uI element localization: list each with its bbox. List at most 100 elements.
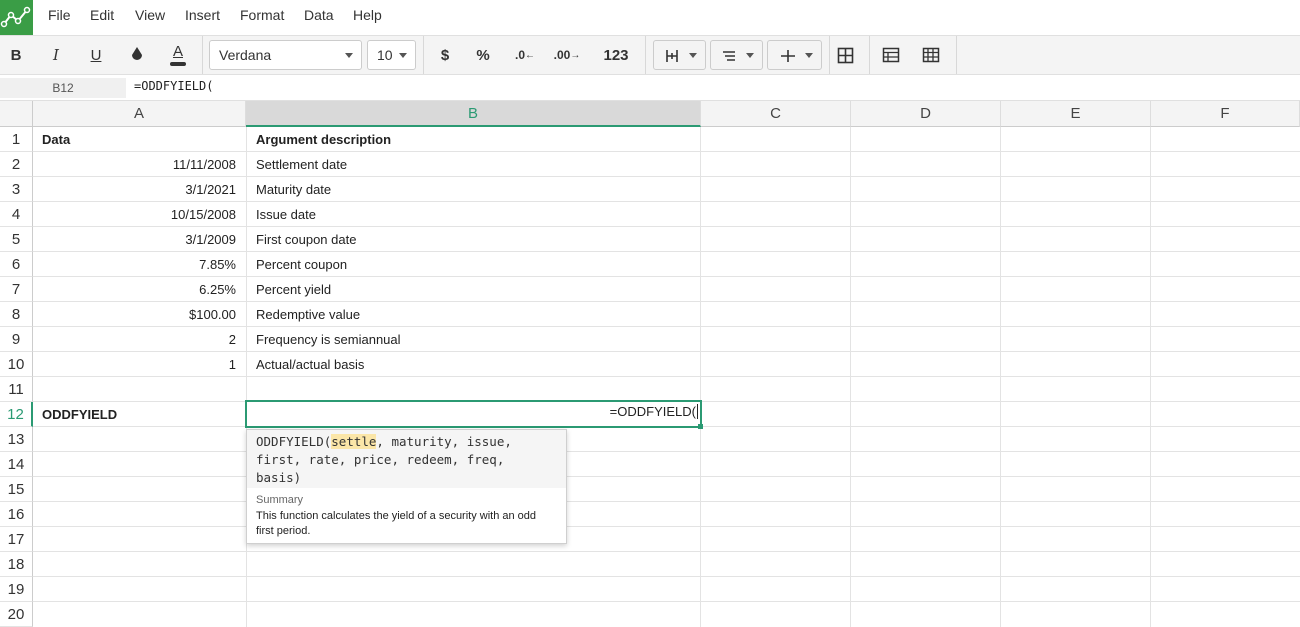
cell-a12[interactable]: ODDFYIELD <box>42 402 237 427</box>
column-header-b[interactable]: B <box>246 101 701 127</box>
menu-help[interactable]: Help <box>353 7 382 23</box>
cell-a9[interactable]: 2 <box>42 327 236 352</box>
column-header-d[interactable]: D <box>851 101 1001 127</box>
row-header-1[interactable]: 1 <box>0 127 33 152</box>
align-dropdown[interactable] <box>710 40 763 70</box>
menu-format[interactable]: Format <box>240 7 284 23</box>
formula-input[interactable]: =ODDFYIELD( <box>134 79 213 93</box>
column-header-f[interactable]: F <box>1151 101 1300 127</box>
menu-insert[interactable]: Insert <box>185 7 220 23</box>
menu-bar: File Edit View Insert Format Data Help <box>0 0 1300 35</box>
argument-list: basis) <box>256 470 302 485</box>
row-header-9[interactable]: 9 <box>0 327 33 352</box>
summary-description: This function calculates the yield of a … <box>256 510 537 537</box>
merge-cells-icon[interactable] <box>834 36 856 74</box>
borders-icon <box>666 50 678 62</box>
column-header-c[interactable]: C <box>701 101 851 127</box>
chevron-down-icon <box>805 53 813 58</box>
font-size-select[interactable]: 10 <box>367 40 416 70</box>
column-header-e[interactable]: E <box>1001 101 1151 127</box>
row-header-8[interactable]: 8 <box>0 302 33 327</box>
row-header-10[interactable]: 10 <box>0 352 33 377</box>
row-header-12[interactable]: 12 <box>0 402 33 427</box>
font-size-value: 10 <box>377 47 393 63</box>
row-header-2[interactable]: 2 <box>0 152 33 177</box>
cell-a7[interactable]: 6.25% <box>42 277 236 302</box>
row-header-6[interactable]: 6 <box>0 252 33 277</box>
function-signature: ODDFYIELD(settle, maturity, issue, first… <box>247 430 566 488</box>
chevron-down-icon <box>746 53 754 58</box>
cell-b12-value: =ODDFYIELD( <box>609 404 696 419</box>
name-box[interactable]: B12 <box>0 78 126 98</box>
row-header-5[interactable]: 5 <box>0 227 33 252</box>
menu-edit[interactable]: Edit <box>90 7 114 23</box>
cell-b8[interactable]: Redemptive value <box>256 302 696 327</box>
row-header-3[interactable]: 3 <box>0 177 33 202</box>
row-header-11[interactable]: 11 <box>0 377 33 402</box>
cell-b2[interactable]: Settlement date <box>256 152 696 177</box>
underline-button[interactable]: U <box>80 36 112 74</box>
cell-a8[interactable]: $100.00 <box>42 302 236 327</box>
argument-list: first, rate, price, redeem, freq, <box>256 452 505 467</box>
cell-b1[interactable]: Argument description <box>256 127 696 152</box>
freeze-rows-icon[interactable] <box>880 36 902 74</box>
row-header-7[interactable]: 7 <box>0 277 33 302</box>
row-header-13[interactable]: 13 <box>0 427 33 452</box>
row-header-4[interactable]: 4 <box>0 202 33 227</box>
row-header-18[interactable]: 18 <box>0 552 33 577</box>
cell-a2[interactable]: 11/11/2008 <box>42 152 236 177</box>
menu-file[interactable]: File <box>48 7 71 23</box>
row-header-17[interactable]: 17 <box>0 527 33 552</box>
cell-b9[interactable]: Frequency is semiannual <box>256 327 696 352</box>
font-family-value: Verdana <box>219 47 272 63</box>
vertical-align-dropdown[interactable] <box>767 40 822 70</box>
grid-line <box>1150 127 1151 627</box>
number-format-button[interactable]: 123 <box>596 36 636 74</box>
fill-color-icon[interactable] <box>122 36 152 74</box>
cell-b7[interactable]: Percent yield <box>256 277 696 302</box>
menu-data[interactable]: Data <box>304 7 334 23</box>
summary-label: Summary <box>256 494 304 506</box>
active-cell-editor[interactable]: =ODDFYIELD( <box>245 400 702 428</box>
cell-b10[interactable]: Actual/actual basis <box>256 352 696 377</box>
grid-line <box>246 127 247 627</box>
row-header-19[interactable]: 19 <box>0 577 33 602</box>
freeze-columns-icon[interactable] <box>920 36 942 74</box>
cell-a4[interactable]: 10/15/2008 <box>42 202 236 227</box>
grid-line <box>700 127 701 627</box>
cell-b3[interactable]: Maturity date <box>256 177 696 202</box>
font-family-select[interactable]: Verdana <box>209 40 362 70</box>
currency-format-button[interactable]: $ <box>430 36 460 74</box>
function-tooltip: ODDFYIELD(settle, maturity, issue, first… <box>246 429 567 544</box>
cell-b4[interactable]: Issue date <box>256 202 696 227</box>
fill-handle[interactable] <box>698 424 703 429</box>
select-all-corner[interactable] <box>0 101 33 127</box>
cell-a3[interactable]: 3/1/2021 <box>42 177 236 202</box>
grid-line <box>33 551 1300 552</box>
borders-dropdown[interactable] <box>653 40 706 70</box>
grid-line <box>33 576 1300 577</box>
row-header-16[interactable]: 16 <box>0 502 33 527</box>
decrease-decimal-button[interactable]: .0 ← <box>508 36 542 74</box>
cell-a6[interactable]: 7.85% <box>42 252 236 277</box>
chevron-down-icon <box>345 53 353 58</box>
cell-a5[interactable]: 3/1/2009 <box>42 227 236 252</box>
italic-button[interactable]: I <box>40 36 72 74</box>
text-color-icon[interactable]: A <box>162 36 194 74</box>
grid-line <box>33 451 1300 452</box>
menu-view[interactable]: View <box>135 7 165 23</box>
increase-decimal-button[interactable]: .00 → <box>548 36 586 74</box>
align-left-icon <box>723 51 735 61</box>
percent-format-button[interactable]: % <box>468 36 498 74</box>
bold-button[interactable]: B <box>0 36 32 74</box>
active-argument: settle <box>331 434 377 449</box>
row-header-20[interactable]: 20 <box>0 602 33 627</box>
cell-a1[interactable]: Data <box>42 127 237 152</box>
cell-a10[interactable]: 1 <box>42 352 236 377</box>
column-header-a[interactable]: A <box>33 101 246 127</box>
row-header-15[interactable]: 15 <box>0 477 33 502</box>
cell-b6[interactable]: Percent coupon <box>256 252 696 277</box>
cell-b5[interactable]: First coupon date <box>256 227 696 252</box>
row-header-14[interactable]: 14 <box>0 452 33 477</box>
app-logo-icon[interactable] <box>0 0 33 35</box>
